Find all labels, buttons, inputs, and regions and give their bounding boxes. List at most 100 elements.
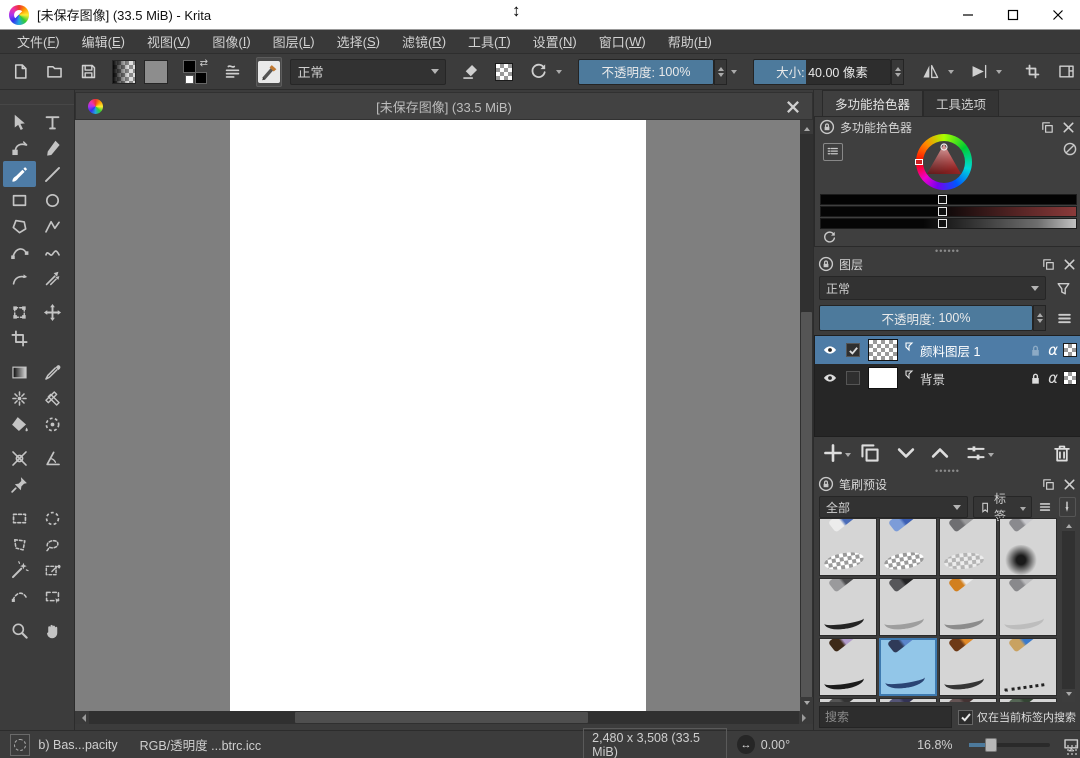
gamut-mask-off-icon[interactable]: [1062, 141, 1078, 157]
float-docker-button[interactable]: [1041, 257, 1056, 272]
tool-move[interactable]: [36, 299, 69, 325]
marker-thumb[interactable]: [879, 578, 937, 636]
tool-pan[interactable]: [36, 617, 69, 643]
scroll-up-button[interactable]: [1062, 518, 1075, 531]
menu-f[interactable]: 文件(F): [6, 30, 71, 53]
eraser-block-thumb[interactable]: [819, 518, 877, 576]
layer-lock-icon[interactable]: [1028, 343, 1043, 358]
tool-transform[interactable]: [3, 299, 36, 325]
opacity-spinner[interactable]: [714, 59, 727, 85]
shade-bar[interactable]: [820, 218, 1077, 229]
brush-search-input[interactable]: [819, 706, 952, 728]
minimize-button[interactable]: [945, 0, 990, 29]
tool-color-sampler[interactable]: [36, 359, 69, 385]
close-docker-button[interactable]: [1062, 477, 1077, 492]
tool-bezier-curve[interactable]: [3, 239, 36, 265]
eraser-mode-button[interactable]: [456, 58, 484, 86]
tab-advanced-color-selector[interactable]: 多功能拾色器: [822, 90, 923, 116]
layer-thumbnail[interactable]: [868, 367, 898, 389]
brush-size-slider[interactable]: 大小: 40.00 像素: [753, 59, 891, 85]
tool-reference-images[interactable]: [3, 471, 36, 497]
brush-grid-scrollbar[interactable]: [1062, 518, 1075, 702]
vertical-scrollbar[interactable]: [800, 120, 813, 711]
menu-r[interactable]: 滤镜(R): [391, 30, 457, 53]
canvas-rotation-value[interactable]: 0.00°: [761, 738, 790, 752]
brush-size-spinner[interactable]: [891, 59, 904, 85]
layer-visibility-icon[interactable]: [821, 341, 839, 359]
color-history-bars[interactable]: [820, 194, 1077, 230]
scroll-down-button[interactable]: [1062, 689, 1075, 702]
tool-rectangular-select[interactable]: [3, 505, 36, 531]
tool-line[interactable]: [36, 161, 69, 187]
vertical-scrollbar-thumb[interactable]: [801, 312, 812, 698]
docker-splitter[interactable]: ••••••: [814, 247, 1080, 254]
preserve-alpha-button[interactable]: [490, 58, 518, 86]
add-layer-button[interactable]: [822, 442, 844, 464]
move-layer-down-button[interactable]: [895, 442, 917, 464]
brush-thumb[interactable]: [999, 698, 1057, 702]
new-document-button[interactable]: [6, 58, 34, 86]
save-button[interactable]: [74, 58, 102, 86]
tool-polyline[interactable]: [36, 213, 69, 239]
tool-zoom[interactable]: [3, 617, 36, 643]
brush-thumb[interactable]: [879, 698, 937, 702]
layer-alpha-icon[interactable]: α: [1048, 369, 1058, 387]
tool-colorize-mask[interactable]: [3, 385, 36, 411]
menu-i[interactable]: 图像(I): [201, 30, 261, 53]
brush-thumb[interactable]: [939, 698, 997, 702]
tool-calligraphy[interactable]: [36, 135, 69, 161]
layer-alpha-icon[interactable]: α: [1048, 341, 1058, 359]
blender-blur-thumb[interactable]: [939, 518, 997, 576]
toolbox-drag-handle[interactable]: [0, 90, 74, 105]
ink-pen-thumb[interactable]: [819, 578, 877, 636]
float-docker-button[interactable]: [1041, 477, 1056, 492]
layer-filter-button[interactable]: [1050, 276, 1076, 300]
blending-mode-dropdown[interactable]: 正常: [290, 59, 446, 85]
layer-checkbox[interactable]: [846, 371, 860, 385]
move-layer-up-button[interactable]: [929, 442, 951, 464]
scroll-right-button[interactable]: [799, 711, 813, 724]
brush-tip-button[interactable]: [1059, 497, 1076, 517]
menu-w[interactable]: 窗口(W): [588, 30, 657, 53]
tool-fill[interactable]: [3, 411, 36, 437]
opacity-dropdown[interactable]: [727, 58, 741, 86]
reload-preset-dropdown[interactable]: [552, 58, 566, 86]
canvas-page[interactable]: [230, 120, 646, 711]
mirror-vertical-button[interactable]: [964, 58, 992, 86]
tool-magnetic-select[interactable]: [36, 583, 69, 609]
tool-elliptical-select[interactable]: [36, 505, 69, 531]
window-resize-grip[interactable]: [1066, 744, 1078, 756]
tool-gradient[interactable]: [3, 359, 36, 385]
shade-bar[interactable]: [820, 194, 1077, 205]
delete-layer-button[interactable]: [1051, 442, 1073, 464]
menu-h[interactable]: 帮助(H): [657, 30, 723, 53]
canvas-rotation-icon[interactable]: ↔: [737, 735, 755, 754]
tool-text[interactable]: [36, 109, 69, 135]
layer-lock-icon[interactable]: [1028, 371, 1043, 386]
gradient-chooser-button[interactable]: [112, 60, 136, 84]
docker-lock-icon[interactable]: [818, 476, 834, 492]
close-docker-button[interactable]: [1062, 257, 1077, 272]
refresh-icon[interactable]: [822, 230, 837, 245]
layer-opacity-slider[interactable]: 不透明度: 100%: [819, 305, 1033, 331]
duplicate-layer-button[interactable]: [859, 442, 881, 464]
image-dimensions[interactable]: 2,480 x 3,508 (33.5 MiB): [583, 728, 727, 758]
pencil-soft-thumb[interactable]: [999, 578, 1057, 636]
scroll-up-button[interactable]: [800, 120, 813, 134]
window-titlebar[interactable]: [未保存图像] (33.5 MiB) - Krita ↕: [0, 0, 1080, 30]
mirror-horizontal-button[interactable]: [916, 58, 944, 86]
layer-opacity-spinner[interactable]: [1033, 305, 1046, 331]
tool-rectangle[interactable]: [3, 187, 36, 213]
tool-polygon[interactable]: [3, 213, 36, 239]
tab-tool-options[interactable]: 工具选项: [923, 90, 999, 116]
menu-s[interactable]: 选择(S): [326, 30, 391, 53]
layer-row[interactable]: 颜料图层 1α: [815, 336, 1080, 364]
tool-select-shapes[interactable]: [3, 109, 36, 135]
basic-brush-thumb[interactable]: [879, 638, 937, 696]
color-profile-label[interactable]: RGB/透明度 ...btrc.icc: [140, 735, 262, 754]
tool-ellipse[interactable]: [36, 187, 69, 213]
layer-properties-dropdown[interactable]: [988, 453, 994, 460]
current-brush-name[interactable]: b) Bas...pacity: [38, 738, 117, 752]
docker-splitter[interactable]: ••••••: [814, 467, 1080, 474]
tool-measure[interactable]: [36, 445, 69, 471]
